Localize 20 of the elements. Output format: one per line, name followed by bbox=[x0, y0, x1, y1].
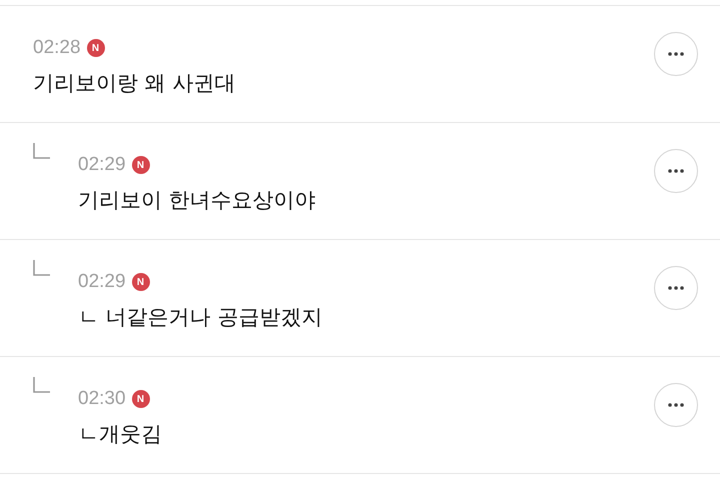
source-badge: N bbox=[132, 273, 150, 291]
source-badge: N bbox=[86, 39, 105, 57]
more-button[interactable] bbox=[654, 149, 698, 193]
more-button[interactable] bbox=[654, 266, 698, 310]
more-icon bbox=[668, 286, 684, 290]
comment-text: ㄴ개웃김 bbox=[78, 421, 162, 448]
more-button[interactable] bbox=[654, 32, 698, 76]
comment-text: ㄴ 너같은거나 공급받겠지 bbox=[78, 304, 322, 331]
more-button[interactable] bbox=[654, 383, 698, 427]
comment-text: 기리보이랑 왜 사귄대 bbox=[33, 70, 236, 97]
comment-time: 02:28 bbox=[33, 37, 81, 59]
more-icon bbox=[668, 52, 684, 56]
comment-text: 기리보이 한녀수요상이야 bbox=[78, 187, 316, 214]
source-badge: N bbox=[132, 390, 150, 408]
more-icon bbox=[668, 403, 684, 407]
source-badge: N bbox=[132, 156, 150, 174]
comment-time: 02:29 bbox=[78, 154, 126, 176]
more-icon bbox=[668, 169, 684, 173]
comment-time: 02:29 bbox=[78, 271, 126, 293]
comment-time: 02:30 bbox=[78, 388, 126, 410]
